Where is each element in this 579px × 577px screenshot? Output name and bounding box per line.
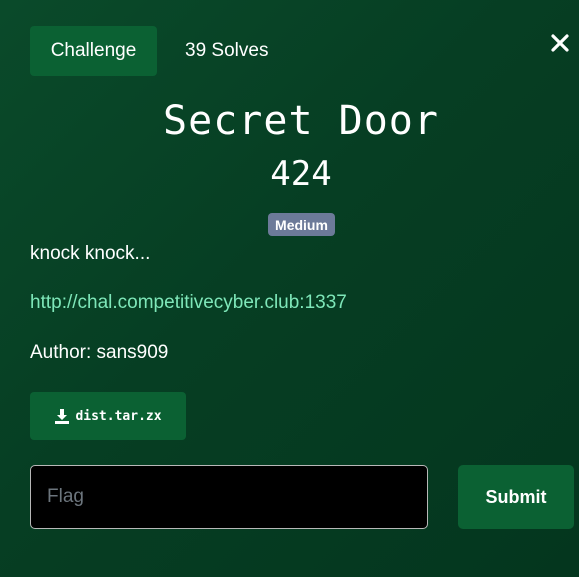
submit-button[interactable]: Submit — [458, 465, 574, 529]
difficulty-badge: Medium — [268, 213, 335, 236]
close-button[interactable] — [547, 30, 573, 56]
download-file-label: dist.tar.zx — [75, 408, 162, 424]
challenge-link[interactable]: http://chal.competitivecyber.club:1337 — [30, 291, 347, 315]
flag-input[interactable] — [30, 465, 428, 529]
close-icon — [551, 34, 569, 52]
challenge-points: 424 — [270, 154, 332, 194]
challenge-title: Secret Door — [163, 98, 439, 144]
challenge-modal: Challenge 39 Solves Secret Door 424 Medi… — [0, 0, 579, 577]
tab-solves[interactable]: 39 Solves — [185, 26, 268, 76]
challenge-description: knock knock... — [30, 243, 151, 264]
download-file-button[interactable]: dist.tar.zx — [30, 392, 186, 440]
download-icon — [55, 409, 70, 424]
tab-challenge[interactable]: Challenge — [30, 26, 157, 76]
challenge-author: Author: sans909 — [30, 342, 169, 363]
